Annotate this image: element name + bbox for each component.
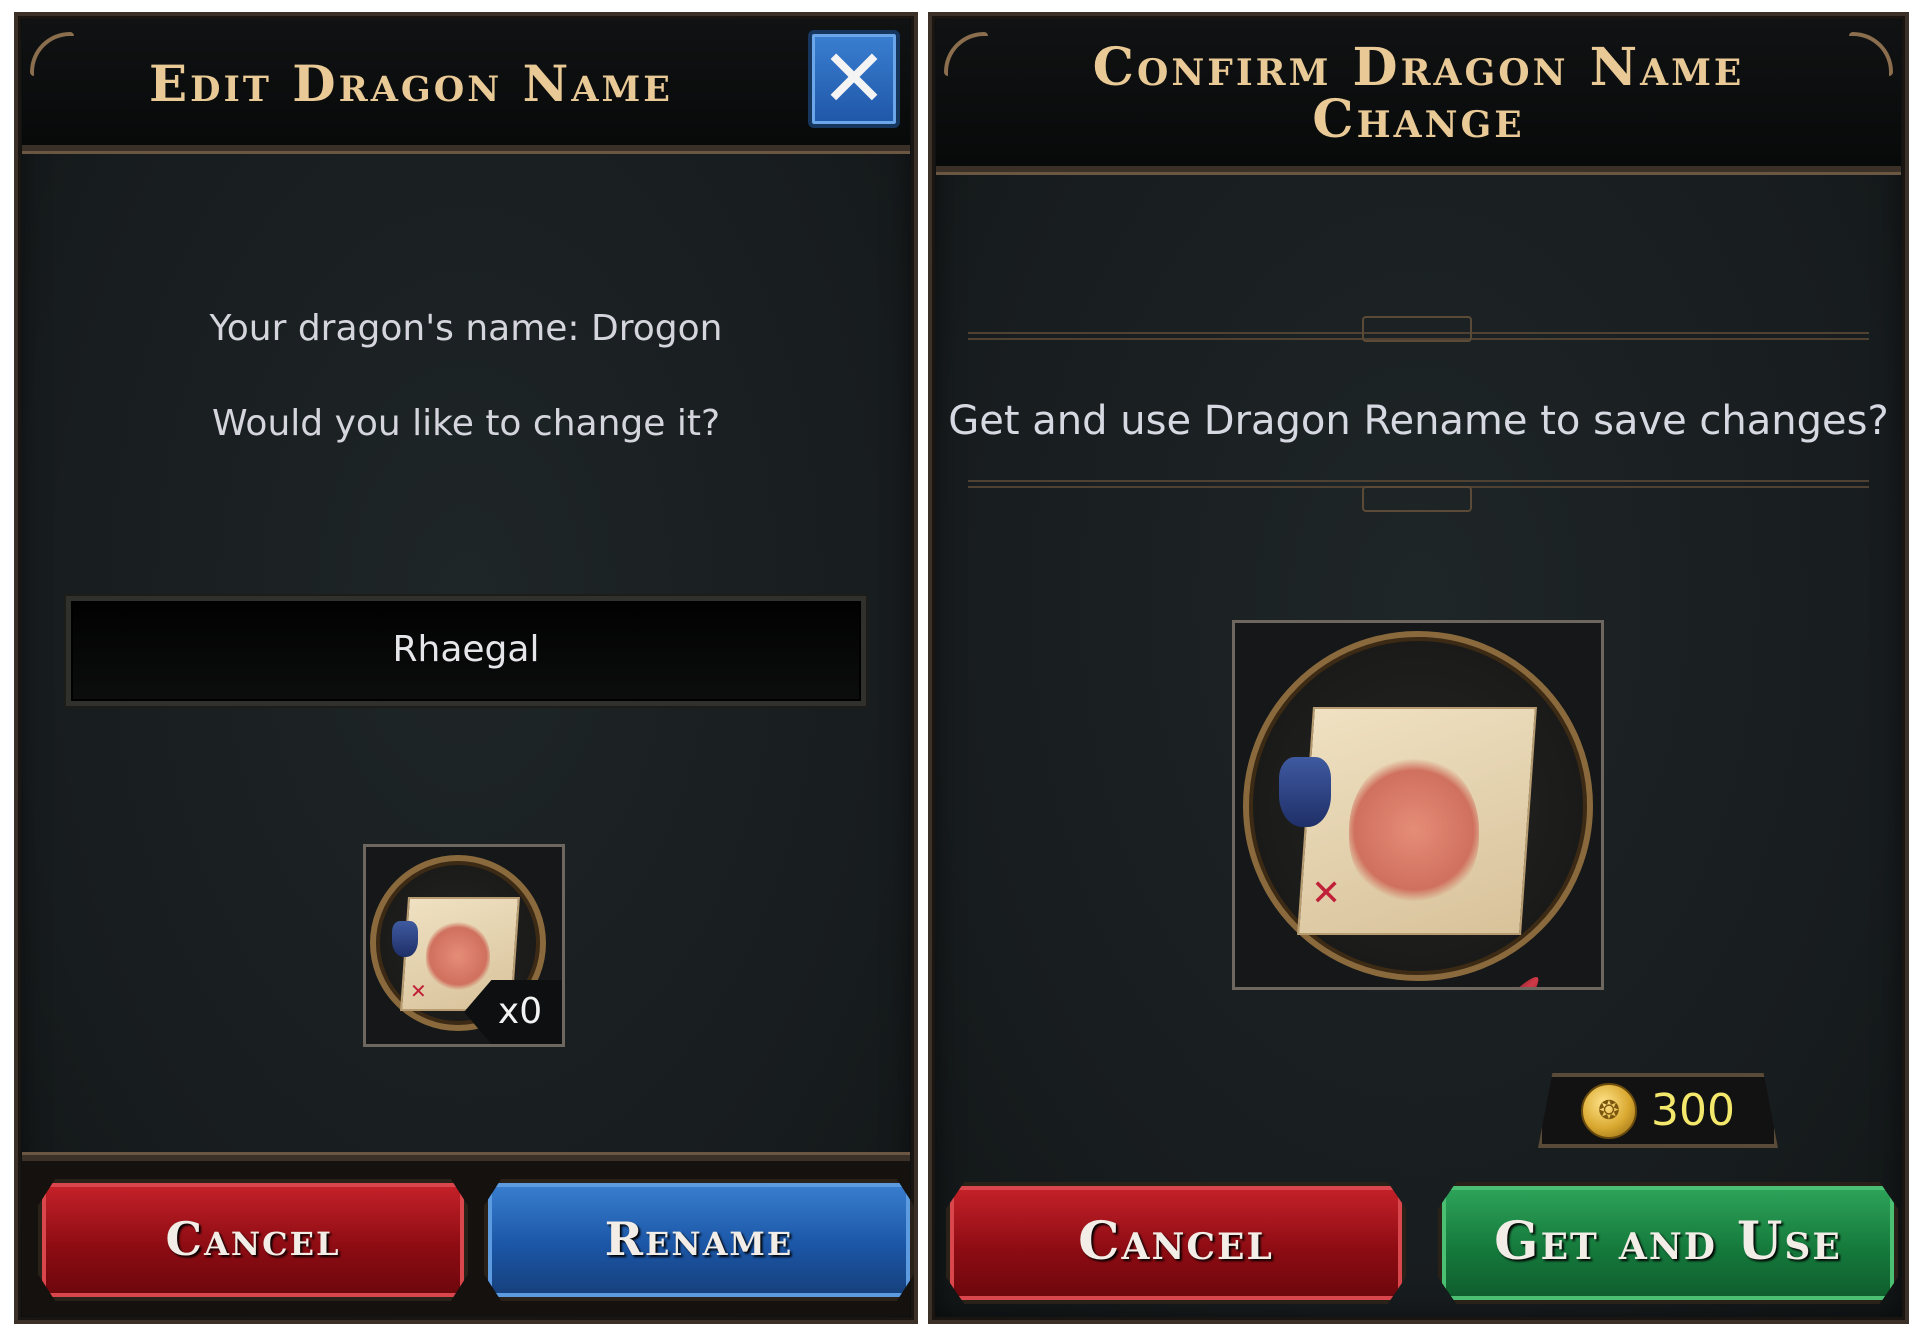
dialog-button-bar: Cancel Get and Use (932, 1164, 1905, 1319)
dialog-title: Confirm Dragon Name Change (1092, 37, 1745, 150)
dialog-button-bar: Cancel Rename (22, 1155, 914, 1316)
dialog-title-bar: Confirm Dragon Name Change (936, 20, 1901, 172)
divider-ornament (1362, 316, 1472, 342)
confirm-message: Get and use Dragon Rename to save change… (948, 398, 1889, 444)
price-tag: ❂ 300 (1538, 1073, 1778, 1148)
gold-coin-icon: ❂ (1581, 1082, 1637, 1139)
dialog-title-bar: Edit Dragon Name ✕ (22, 20, 910, 151)
dragon-rename-item-large: ✕ (1232, 620, 1604, 990)
current-name-text: Your dragon's name: Drogon (209, 308, 723, 349)
change-prompt-text: Would you like to change it? (211, 403, 721, 444)
divider-ornament (1362, 486, 1472, 512)
dragon-rename-item: ✕ x0 (363, 844, 565, 1047)
quill-scroll-icon: ✕ (1243, 631, 1593, 987)
dragon-name-input[interactable]: Rhaegal (66, 596, 866, 706)
price-amount: 300 (1651, 1085, 1735, 1136)
close-button[interactable]: ✕ (808, 30, 900, 128)
cancel-button[interactable]: Cancel (38, 1179, 468, 1301)
rename-button[interactable]: Rename (484, 1179, 914, 1301)
get-and-use-button[interactable]: Get and Use (1438, 1182, 1898, 1304)
dialog-title: Edit Dragon Name (149, 54, 673, 113)
cancel-button[interactable]: Cancel (946, 1182, 1406, 1304)
close-x-icon: ✕ (820, 32, 888, 125)
edit-dragon-name-dialog: Edit Dragon Name ✕ Your dragon's name: D… (14, 12, 918, 1324)
